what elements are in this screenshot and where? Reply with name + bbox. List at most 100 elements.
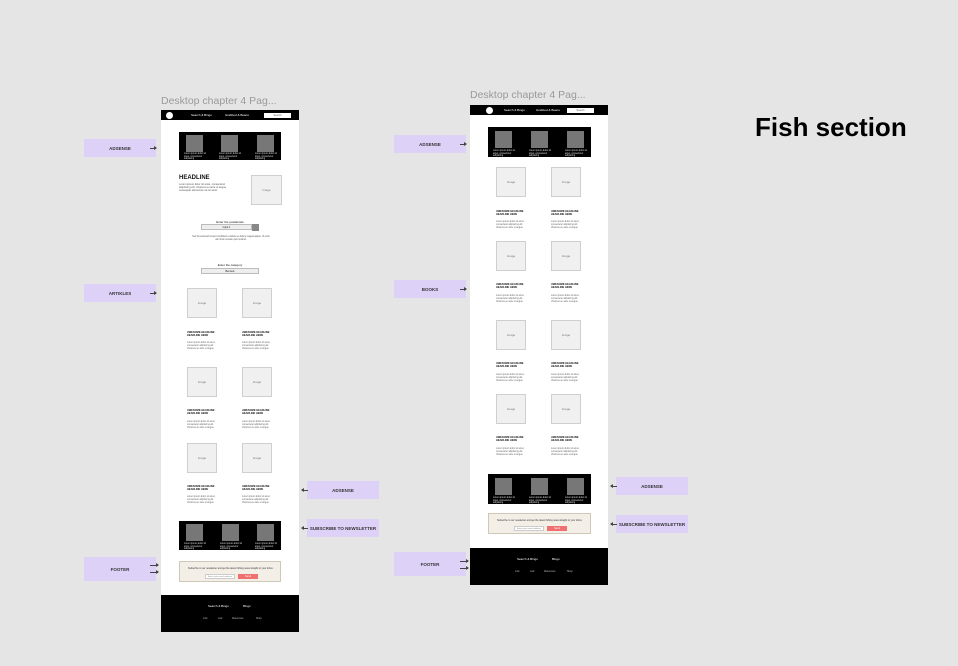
article-image[interactable]: Image xyxy=(187,367,217,397)
category-select[interactable]: Bennels xyxy=(201,268,259,274)
article-image[interactable]: Image xyxy=(242,288,272,318)
annotation-label: SUBSCRIBE TO NEWSLETTER xyxy=(309,525,377,531)
book-title[interactable]: AWESOME HEADLINE HEADLINE HERE xyxy=(551,436,587,442)
footer-link[interactable]: Link xyxy=(515,570,519,573)
book-text: Lorem ipsum dolor sit amet, consectetur … xyxy=(551,221,580,229)
postcode-submit-button[interactable] xyxy=(252,224,259,231)
annotation-adsense-bottom[interactable]: ADSENSE xyxy=(307,481,379,499)
navbar: Search & Bingo Grabbed & Beans Search xyxy=(470,105,608,115)
ad-thumbnail[interactable] xyxy=(186,135,203,152)
logo-icon[interactable] xyxy=(486,106,493,114)
adsense-banner-bottom[interactable]: Lorem ipsum dolor sit amet, consectetur … xyxy=(488,474,591,504)
book-title[interactable]: AWESOME HEADLINE HEADLINE HERE xyxy=(551,210,587,216)
book-image[interactable]: Image xyxy=(551,167,581,197)
footer-brand[interactable]: Search & Bingo xyxy=(208,604,229,608)
article-title[interactable]: AWESOME HEADLINE HEADLINE HERE xyxy=(242,485,278,491)
book-image[interactable]: Image xyxy=(496,241,526,271)
ad-thumbnail[interactable] xyxy=(567,131,584,148)
annotation-subscribe[interactable]: SUBSCRIBE TO NEWSLETTER xyxy=(616,515,688,533)
footer-link-main[interactable]: Bingo xyxy=(552,557,560,561)
book-image[interactable]: Image xyxy=(496,320,526,350)
article-image[interactable]: Image xyxy=(242,367,272,397)
article-title[interactable]: AWESOME HEADLINE HEADLINE HERE xyxy=(242,409,278,415)
arrow-icon xyxy=(150,570,159,574)
annotation-adsense-top[interactable]: ADSENSE xyxy=(394,135,466,153)
article-image[interactable]: Image xyxy=(242,443,272,473)
newsletter-email-input[interactable]: Enter your email address xyxy=(514,526,544,531)
footer-link[interactable]: Link xyxy=(203,617,207,620)
annotation-articles[interactable]: ARTIKLES xyxy=(84,284,156,302)
frame-title-right[interactable]: Desktop chapter 4 Pag... xyxy=(470,89,586,101)
nav-link-2[interactable]: Grabbed & Beans xyxy=(225,113,249,117)
ad-thumbnail[interactable] xyxy=(221,135,238,152)
footer-brand[interactable]: Search & Bingo xyxy=(517,557,538,561)
book-image[interactable]: Image xyxy=(551,241,581,271)
ad-thumbnail[interactable] xyxy=(222,524,239,541)
book-title[interactable]: AWESOME HEADLINE HEADLINE HERE xyxy=(496,283,532,289)
article-image[interactable]: Image xyxy=(187,443,217,473)
ad-thumbnail[interactable] xyxy=(257,135,274,152)
ad-thumbnail[interactable] xyxy=(257,524,274,541)
book-title[interactable]: AWESOME HEADLINE HEADLINE HERE xyxy=(551,362,587,368)
article-title[interactable]: AWESOME HEADLINE HEADLINE HERE xyxy=(187,485,223,491)
article-title[interactable]: AWESOME HEADLINE HEADLINE HERE xyxy=(187,409,223,415)
newsletter-send-button[interactable]: Send xyxy=(238,574,258,579)
article-title[interactable]: AWESOME HEADLINE HEADLINE HERE xyxy=(242,331,278,337)
newsletter-box: Subscribe to our newsletter and get the … xyxy=(488,513,591,534)
annotation-footer[interactable]: FOOTER xyxy=(84,557,156,581)
book-title[interactable]: AWESOME HEADLINE HEADLINE HERE xyxy=(496,362,532,368)
book-text: Lorem ipsum dolor sit amet, consectetur … xyxy=(551,374,580,382)
footer-link-main[interactable]: Bingo xyxy=(243,604,251,608)
arrow-icon xyxy=(301,526,308,530)
frame-right: Search & Bingo Grabbed & Beans Search Lo… xyxy=(470,105,608,585)
footer-link[interactable]: Link xyxy=(530,570,534,573)
newsletter-email-input[interactable]: Enter your email address xyxy=(205,574,235,579)
book-text: Lorem ipsum dolor sit amet, consectetur … xyxy=(496,295,525,303)
ad-thumbnail[interactable] xyxy=(495,131,512,148)
newsletter-send-button[interactable]: Send xyxy=(547,526,567,531)
postcode-input[interactable]: Input 1 xyxy=(201,224,252,230)
annotation-footer[interactable]: FOOTER xyxy=(394,552,466,576)
ad-thumbnail[interactable] xyxy=(186,524,203,541)
logo-icon[interactable] xyxy=(166,111,173,119)
footer-link[interactable]: Resources xyxy=(544,570,555,573)
search-input[interactable]: Search xyxy=(264,112,291,118)
book-title[interactable]: AWESOME HEADLINE HEADLINE HERE xyxy=(496,210,532,216)
adsense-banner-top[interactable]: Lorem ipsum dolor sit amet, consectetur … xyxy=(488,127,591,157)
annotation-adsense-top[interactable]: ADSENSE xyxy=(84,139,156,157)
adsense-banner-bottom[interactable]: Lorem ipsum dolor sit amet, consectetur … xyxy=(179,521,281,550)
ad-caption: Lorem ipsum dolor sit amet, consectetur … xyxy=(184,153,206,161)
footer-link[interactable]: Resources xyxy=(232,617,243,620)
ad-thumbnail[interactable] xyxy=(531,131,548,148)
annotation-adsense-bottom[interactable]: ADSENSE xyxy=(616,477,688,495)
book-image[interactable]: Image xyxy=(551,320,581,350)
article-title[interactable]: AWESOME HEADLINE HEADLINE HERE xyxy=(187,331,223,337)
book-image[interactable]: Image xyxy=(551,394,581,424)
image-label: Image xyxy=(197,380,207,384)
book-title[interactable]: AWESOME HEADLINE HEADLINE HERE xyxy=(551,283,587,289)
image-label: Image xyxy=(506,407,516,411)
book-image[interactable]: Image xyxy=(496,394,526,424)
search-input[interactable]: Search xyxy=(567,107,594,113)
ad-thumbnail[interactable] xyxy=(531,478,548,495)
footer-link[interactable]: Link xyxy=(218,617,222,620)
frame-title-left[interactable]: Desktop chapter 4 Pag... xyxy=(161,95,277,107)
nav-link-1[interactable]: Search & Bingo xyxy=(504,108,525,112)
adsense-banner-top[interactable]: Lorem ipsum dolor sit amet, consectetur … xyxy=(179,132,281,160)
newsletter-text: Subscribe to our newsletter and get the … xyxy=(497,519,583,522)
nav-link-1[interactable]: Search & Bingo xyxy=(191,113,212,117)
ad-caption: Lorem ipsum dolor sit amet, consectetur … xyxy=(255,153,277,161)
ad-thumbnail[interactable] xyxy=(567,478,584,495)
ad-caption: Lorem ipsum dolor sit amet, consectetur … xyxy=(219,153,241,161)
annotation-books[interactable]: BOOKS xyxy=(394,280,466,298)
annotation-subscribe[interactable]: SUBSCRIBE TO NEWSLETTER xyxy=(307,519,379,537)
book-image[interactable]: Image xyxy=(496,167,526,197)
footer-link[interactable]: Shop xyxy=(567,570,573,573)
hero-headline: HEADLINE xyxy=(179,175,210,181)
ad-thumbnail[interactable] xyxy=(495,478,512,495)
newsletter-text: Subscribe to our newsletter and get the … xyxy=(188,567,274,570)
nav-link-2[interactable]: Grabbed & Beans xyxy=(536,108,560,112)
book-title[interactable]: AWESOME HEADLINE HEADLINE HERE xyxy=(496,436,532,442)
article-image[interactable]: Image xyxy=(187,288,217,318)
footer-link[interactable]: Shop xyxy=(256,617,262,620)
